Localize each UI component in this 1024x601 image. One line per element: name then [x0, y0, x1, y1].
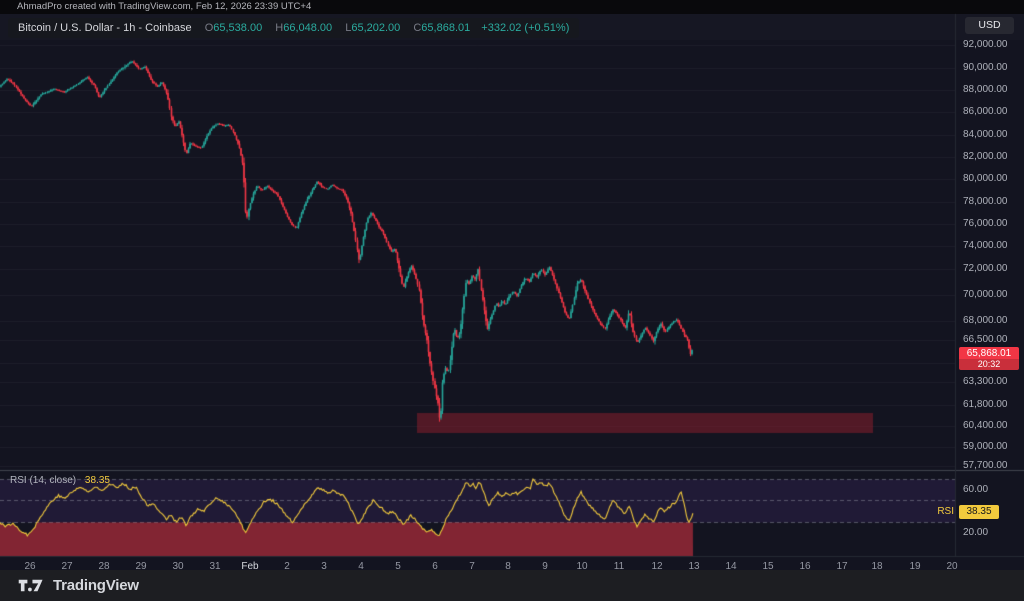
rsi-axis-label: RSI [930, 506, 954, 517]
price-axis-label: 72,000.00 [963, 263, 1008, 275]
open-value: 65,538.00 [213, 22, 262, 34]
symbol-legend[interactable]: Bitcoin / U.S. Dollar - 1h - Coinbase O6… [8, 18, 579, 38]
price-axis-label: 57,700.00 [963, 460, 1008, 472]
rsi-value-badge: 38.35 [959, 505, 999, 519]
price-axis-label: 78,000.00 [963, 196, 1008, 208]
tradingview-brand-text[interactable]: TradingView [53, 577, 139, 594]
price-axis-label: 90,000.00 [963, 62, 1008, 74]
rsi-title: RSI (14, close) [10, 475, 76, 486]
last-price-badge: 65,868.01 20:32 [959, 347, 1019, 370]
chart-canvas[interactable] [0, 0, 1024, 601]
price-axis-label: 70,000.00 [963, 289, 1008, 301]
price-axis-label: 66,500.00 [963, 334, 1008, 346]
symbol-title: Bitcoin / U.S. Dollar - 1h - Coinbase [18, 22, 192, 34]
rsi-axis-scale-label: 20.00 [963, 527, 988, 539]
last-price-value: 65,868.01 [959, 347, 1019, 359]
high-value: 66,048.00 [283, 22, 332, 34]
price-axis-label: 59,000.00 [963, 441, 1008, 453]
price-axis-label: 92,000.00 [963, 39, 1008, 51]
tradingview-logo-icon[interactable] [18, 578, 44, 593]
price-axis-label: 63,300.00 [963, 376, 1008, 388]
tradingview-window: AhmadPro created with TradingView.com, F… [0, 0, 1024, 601]
footer-bar: TradingView [0, 570, 1024, 601]
price-axis-label: 60,400.00 [963, 420, 1008, 432]
low-value: 65,202.00 [351, 22, 400, 34]
price-axis-label: 74,000.00 [963, 240, 1008, 252]
open-label: O [205, 22, 214, 34]
price-axis-label: 88,000.00 [963, 84, 1008, 96]
price-axis-label: 80,000.00 [963, 173, 1008, 185]
price-axis-label: 76,000.00 [963, 218, 1008, 230]
rsi-current-value: 38.35 [85, 475, 110, 486]
price-axis-label: 82,000.00 [963, 151, 1008, 163]
price-axis-label: 84,000.00 [963, 129, 1008, 141]
close-value: 65,868.01 [421, 22, 470, 34]
price-axis-label: 68,000.00 [963, 315, 1008, 327]
change-value: +332.02 (+0.51%) [481, 22, 569, 34]
bar-countdown: 20:32 [959, 359, 1019, 370]
price-axis-label: 86,000.00 [963, 106, 1008, 118]
price-axis-label: 61,800.00 [963, 399, 1008, 411]
currency-toggle-button[interactable]: USD [965, 17, 1014, 34]
rsi-indicator-legend[interactable]: RSI (14, close) 38.35 [10, 475, 110, 486]
rsi-axis-scale-label: 60.00 [963, 484, 988, 496]
